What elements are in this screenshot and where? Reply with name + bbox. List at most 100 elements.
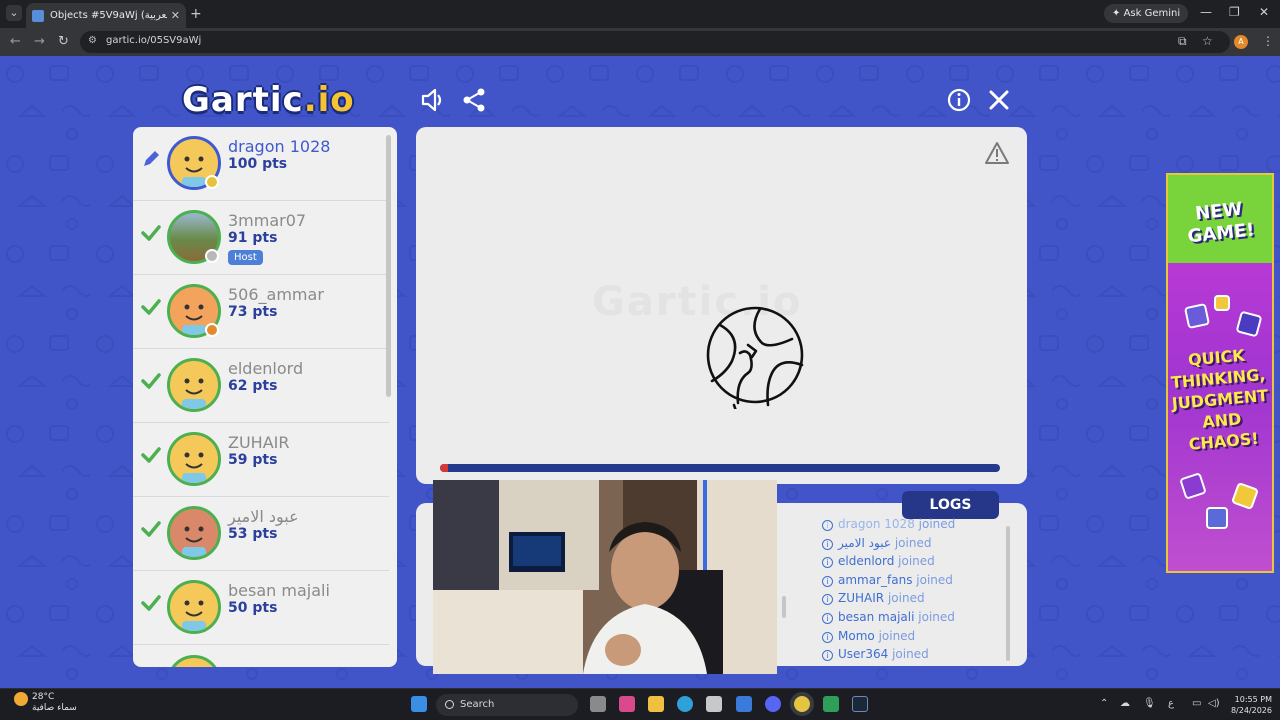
player-points: 50 pts bbox=[228, 600, 278, 616]
player-points: 73 pts bbox=[228, 304, 278, 320]
player-points: 62 pts bbox=[228, 378, 278, 394]
check-icon bbox=[141, 595, 161, 611]
info-small-icon: i bbox=[822, 557, 833, 569]
browser-tab[interactable]: Objects #5V9aWj (العربية) - Gar ✕ bbox=[26, 3, 186, 28]
timer-elapsed bbox=[440, 464, 448, 472]
cloud-icon[interactable]: ☁ bbox=[1120, 698, 1130, 709]
logs-tab[interactable]: LOGS bbox=[902, 491, 999, 519]
info-icon[interactable] bbox=[945, 86, 973, 114]
player-name: eldenlord bbox=[228, 359, 304, 378]
file-explorer-icon[interactable] bbox=[648, 696, 664, 712]
ask-gemini-button[interactable]: ✦ Ask Gemini bbox=[1104, 4, 1189, 23]
log-player-name: eldenlord bbox=[838, 554, 895, 569]
reload-icon[interactable]: ↻ bbox=[58, 34, 69, 49]
report-warning-icon[interactable] bbox=[984, 141, 1010, 165]
restore-icon[interactable]: ❐ bbox=[1229, 5, 1240, 19]
window-close-icon[interactable]: ✕ bbox=[1259, 5, 1269, 19]
task-view-icon[interactable] bbox=[590, 696, 606, 712]
player-points: 53 pts bbox=[228, 526, 278, 542]
mic-icon[interactable]: 🎙 bbox=[1143, 698, 1156, 709]
players-list: dragon 1028 100 pts 3mmar07 91 pts Host 506_a… bbox=[133, 127, 397, 667]
edge-icon[interactable] bbox=[677, 696, 693, 712]
tab-close-icon[interactable]: ✕ bbox=[171, 9, 180, 22]
volume-icon[interactable]: ◁) bbox=[1208, 698, 1220, 709]
favicon-icon bbox=[32, 9, 44, 22]
share-icon[interactable] bbox=[460, 86, 488, 114]
widgets-app-icon[interactable] bbox=[619, 696, 635, 712]
info-small-icon: i bbox=[822, 538, 833, 550]
player-row[interactable]: 506_ammar 73 pts bbox=[133, 275, 389, 349]
player-row[interactable]: 3mmar07 91 pts Host bbox=[133, 201, 389, 275]
chrome-icon[interactable] bbox=[794, 696, 810, 712]
taskbar-search[interactable]: Search bbox=[436, 694, 578, 716]
answers-scrollbar[interactable] bbox=[782, 596, 786, 618]
info-small-icon: i bbox=[822, 575, 833, 587]
log-action: joined bbox=[916, 572, 953, 587]
players-scrollbar[interactable] bbox=[386, 135, 391, 397]
log-player-name: dragon 1028 bbox=[838, 517, 915, 531]
browser-menu-icon[interactable]: ⋮ bbox=[1262, 34, 1274, 48]
clock[interactable]: 10:55 PM 8/24/2026 bbox=[1222, 694, 1272, 716]
player-points: 91 pts bbox=[228, 230, 278, 246]
weather-widget[interactable]: 28°C سماء صافية bbox=[14, 692, 77, 714]
app-icon[interactable] bbox=[823, 696, 839, 712]
player-drawing bbox=[706, 306, 804, 409]
log-entry: i User364 joined bbox=[822, 647, 1002, 666]
logs-scrollbar[interactable] bbox=[1006, 526, 1010, 661]
language-indicator[interactable]: ع bbox=[1168, 698, 1174, 709]
check-icon bbox=[141, 225, 161, 241]
store-icon[interactable] bbox=[706, 696, 722, 712]
site-info-icon[interactable]: ⚙ bbox=[88, 35, 97, 46]
player-status-dot bbox=[205, 323, 219, 337]
check-icon bbox=[141, 299, 161, 315]
player-row[interactable]: ZUHAIR 59 pts bbox=[133, 423, 389, 497]
bookmark-star-icon[interactable]: ☆ bbox=[1202, 34, 1213, 48]
logo-text: Gartic bbox=[182, 80, 304, 120]
log-action: joined bbox=[892, 647, 929, 662]
log-entry: i ammar_fans joined bbox=[822, 573, 1002, 592]
profile-avatar[interactable]: A bbox=[1234, 35, 1248, 49]
drawing-canvas[interactable]: Gartic.io bbox=[416, 127, 1027, 484]
mail-icon[interactable] bbox=[736, 696, 752, 712]
log-action: joined bbox=[887, 591, 925, 606]
player-name: 506_ammar bbox=[228, 285, 324, 304]
info-small-icon: i bbox=[822, 631, 833, 643]
player-row bbox=[133, 645, 389, 667]
tray-chevron-icon[interactable]: ⌃ bbox=[1100, 698, 1108, 709]
log-entry: i عبود الامير joined bbox=[822, 536, 1002, 555]
discord-icon[interactable] bbox=[765, 696, 781, 712]
advertisement-banner[interactable]: NEW GAME! QUICK THINKING, JUDGMENT AND C… bbox=[1166, 173, 1274, 573]
search-label: Search bbox=[460, 699, 495, 710]
player-name: dragon 1028 bbox=[228, 137, 331, 156]
player-avatar bbox=[167, 655, 221, 667]
steam-icon[interactable] bbox=[852, 696, 868, 712]
info-small-icon: i bbox=[822, 612, 833, 624]
ask-gemini-label: Ask Gemini bbox=[1123, 8, 1181, 19]
tab-search-icon[interactable]: ⌄ bbox=[6, 5, 22, 21]
back-icon[interactable]: ← bbox=[10, 34, 21, 49]
new-tab-icon[interactable]: + bbox=[190, 6, 202, 22]
gartic-logo[interactable]: Gartic.io bbox=[182, 80, 355, 120]
weather-sun-icon bbox=[14, 692, 28, 706]
log-entry: i dragon 1028 joined bbox=[822, 517, 1002, 536]
player-row[interactable]: عبود الامير 53 pts bbox=[133, 497, 389, 571]
sound-icon[interactable] bbox=[419, 86, 447, 114]
exit-icon[interactable] bbox=[985, 86, 1013, 114]
log-player-name: User364 bbox=[838, 647, 889, 662]
install-app-icon[interactable]: ⧉ bbox=[1178, 34, 1187, 49]
browser-tab-bar: ⌄ Objects #5V9aWj (العربية) - Gar ✕ + ✦ … bbox=[0, 0, 1280, 28]
log-player-name: Momo bbox=[838, 628, 875, 643]
player-row[interactable]: eldenlord 62 pts bbox=[133, 349, 389, 423]
round-timer-bar bbox=[440, 464, 1000, 472]
address-bar: ← → ↻ ⚙ gartic.io/05SV9aWj ⧉ ☆ bbox=[0, 28, 1280, 56]
log-player-name: عبود الامير bbox=[838, 535, 891, 550]
minimize-icon[interactable]: — bbox=[1200, 5, 1212, 19]
player-row[interactable]: besan majali 50 pts bbox=[133, 571, 389, 645]
start-icon[interactable] bbox=[411, 696, 427, 712]
player-row[interactable]: dragon 1028 100 pts bbox=[133, 127, 389, 201]
network-icon[interactable]: ▭ bbox=[1192, 698, 1201, 709]
check-icon bbox=[141, 373, 161, 389]
player-avatar bbox=[167, 432, 221, 486]
forward-icon[interactable]: → bbox=[34, 34, 45, 49]
url-field[interactable]: ⚙ gartic.io/05SV9aWj ⧉ ☆ bbox=[80, 31, 1230, 53]
